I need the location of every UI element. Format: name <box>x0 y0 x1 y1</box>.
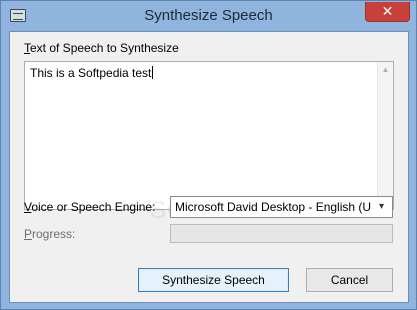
scroll-up-arrow-icon[interactable]: ▲ <box>378 62 393 78</box>
title-bar[interactable]: Synthesize Speech ✕ <box>1 1 416 31</box>
speech-text-value: This is a Softpedia test <box>30 66 154 80</box>
cancel-button[interactable]: Cancel <box>306 268 393 292</box>
voice-engine-label: Voice or Speech Engine: <box>24 200 156 214</box>
close-button[interactable]: ✕ <box>365 2 410 22</box>
synthesize-speech-button[interactable]: Synthesize Speech <box>138 268 289 292</box>
progress-label: Progress: <box>24 227 76 241</box>
close-icon: ✕ <box>381 3 394 19</box>
dialog-window: Synthesize Speech ✕ Text of Speech to Sy… <box>0 0 417 310</box>
chevron-down-icon[interactable]: ▾ <box>373 198 390 216</box>
progress-bar <box>170 224 393 243</box>
voice-engine-select[interactable]: Microsoft David Desktop - English (Unite… <box>170 196 393 218</box>
dialog-client-area: Text of Speech to Synthesize This is a S… <box>9 31 409 303</box>
speech-text-area[interactable]: This is a Softpedia test ▲ ▼ <box>24 61 394 210</box>
window-title: Synthesize Speech <box>144 7 273 24</box>
text-caret <box>152 66 154 79</box>
vertical-scrollbar[interactable]: ▲ ▼ <box>377 62 393 209</box>
text-of-speech-label: Text of Speech to Synthesize <box>24 41 179 55</box>
voice-engine-selected-value: Microsoft David Desktop - English (Unite… <box>175 200 371 214</box>
